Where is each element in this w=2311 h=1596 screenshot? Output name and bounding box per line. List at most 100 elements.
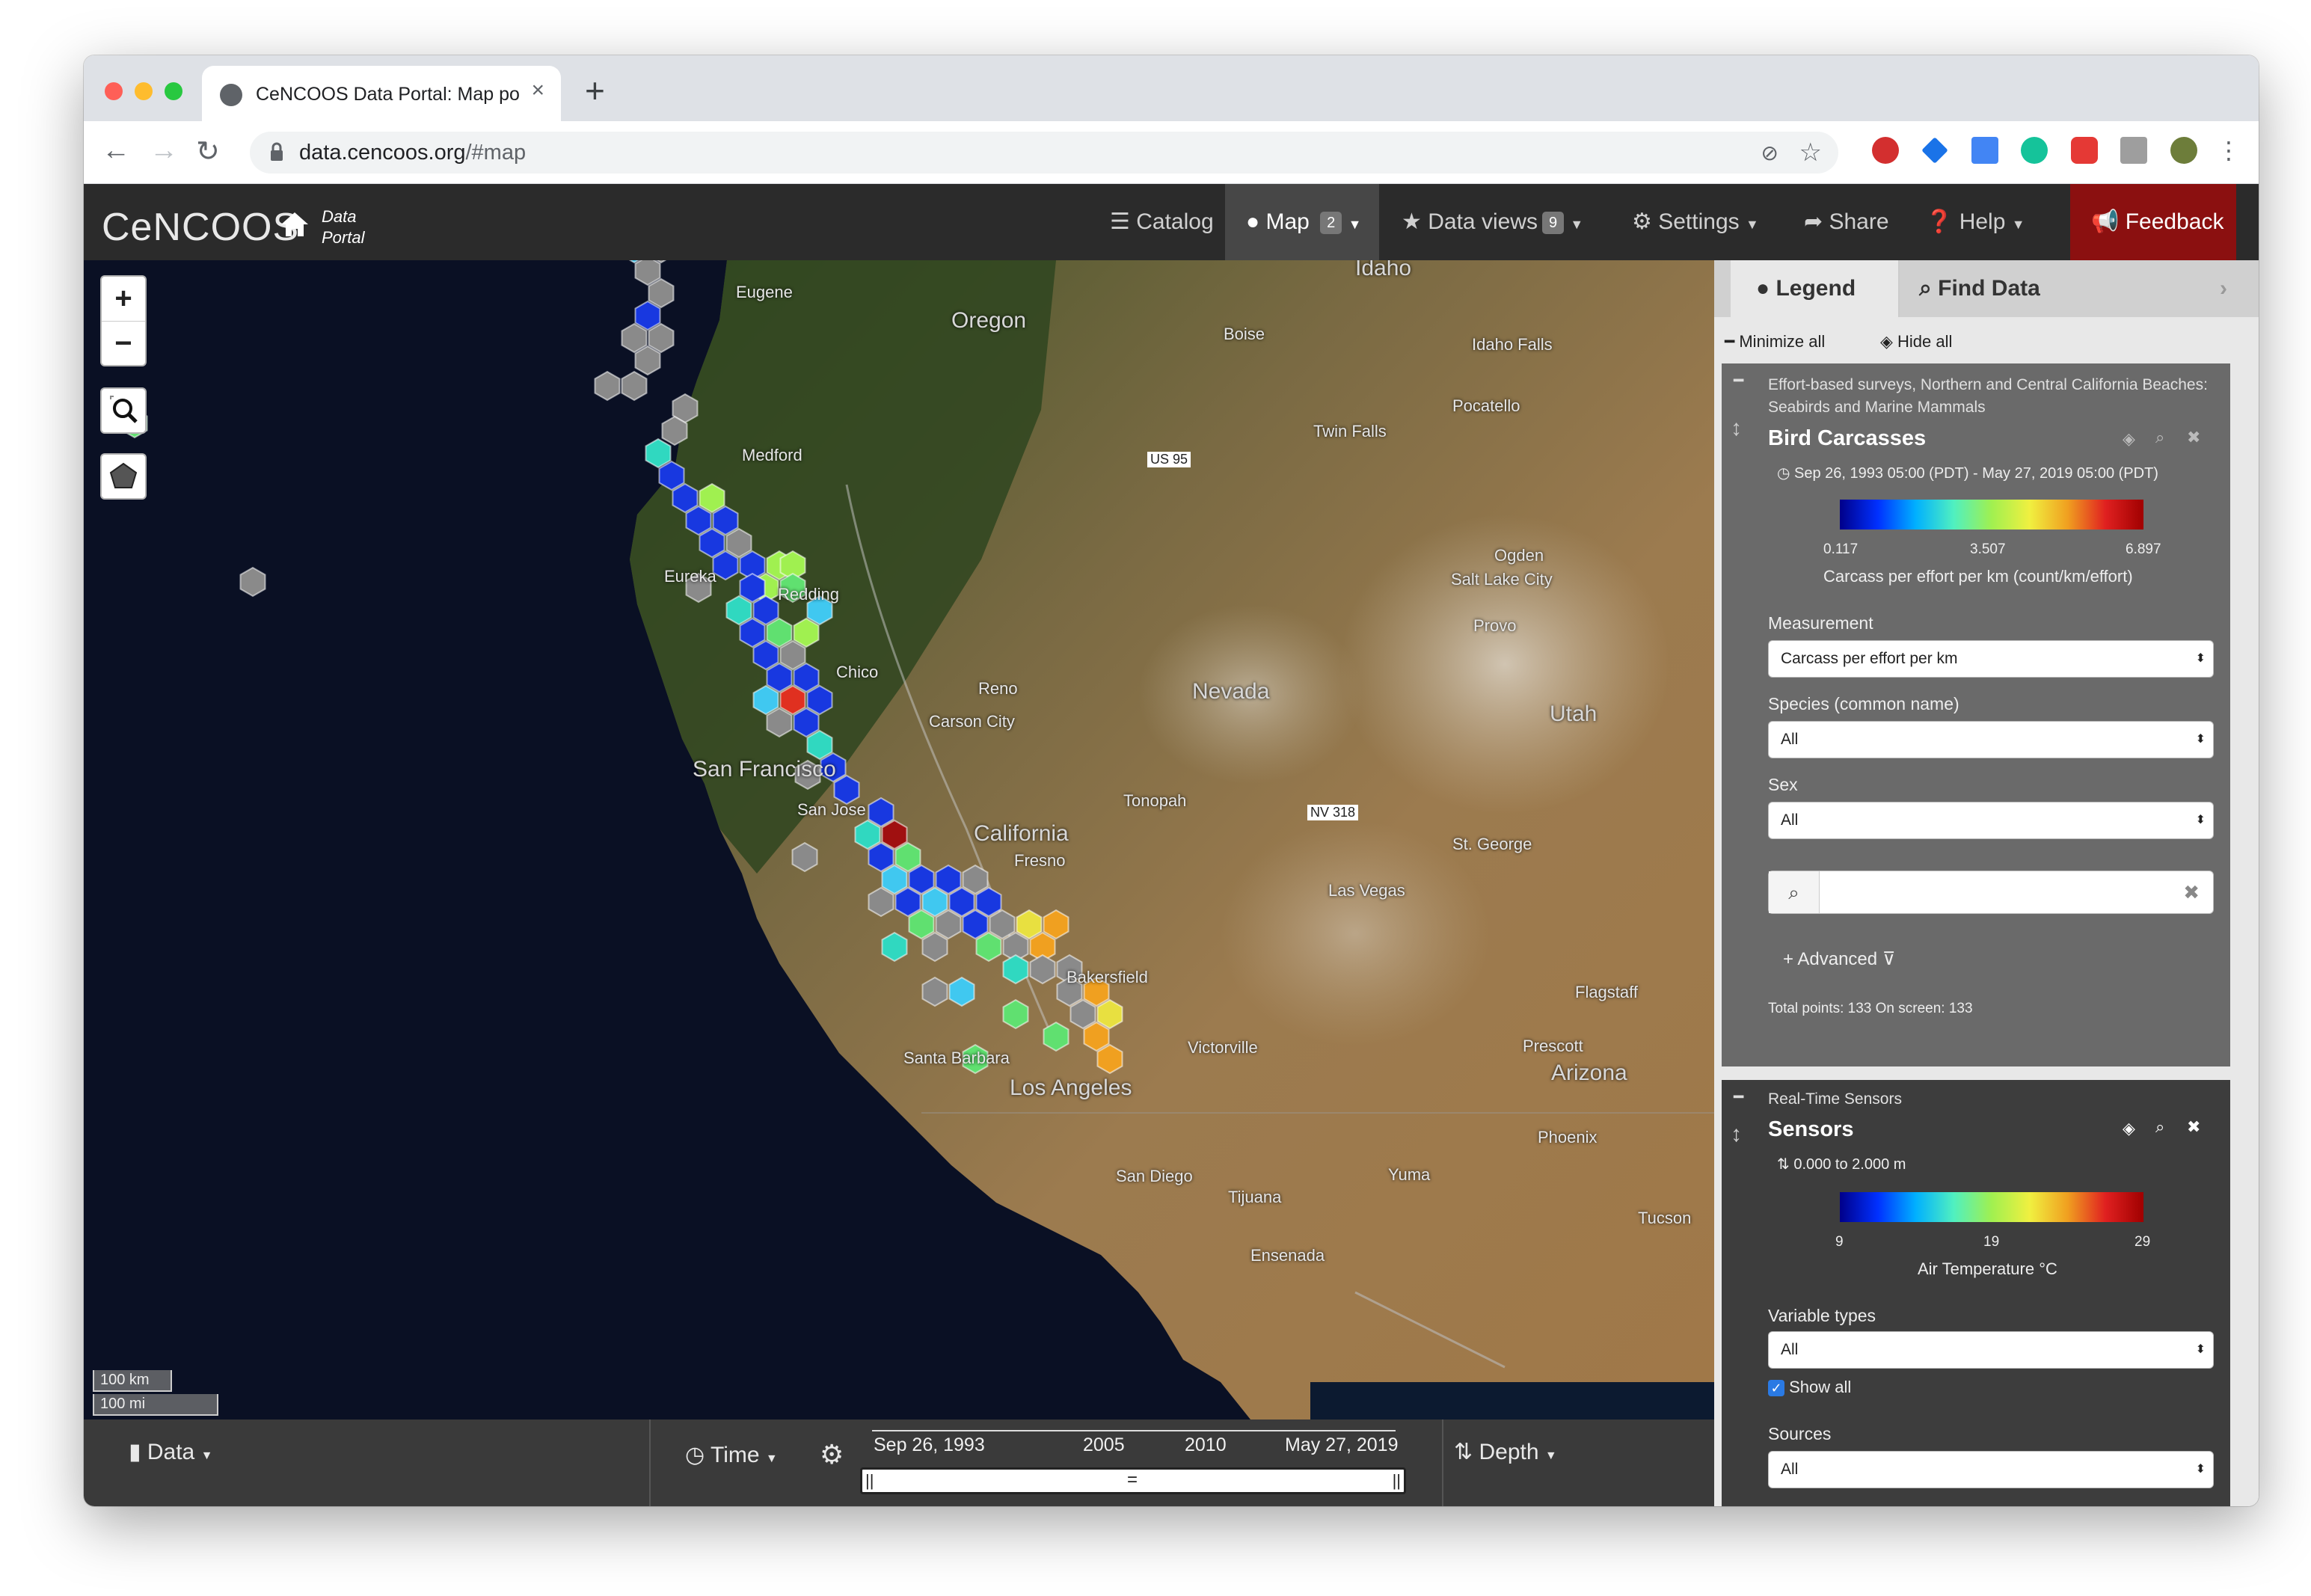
advanced-filters-button[interactable]: + Advanced ⊽ [1783, 948, 1895, 970]
zoom-out-button[interactable]: − [102, 322, 145, 366]
hexbin-cell[interactable] [975, 886, 1002, 918]
nav-map[interactable]: ● Map 2 ▼ [1225, 184, 1379, 260]
hexbin-cell[interactable] [739, 572, 766, 604]
nav-catalog[interactable]: ☰ Catalog [1099, 184, 1224, 260]
hexbin-cell[interactable] [806, 684, 833, 716]
layer-remove-icon[interactable]: ✖ [2187, 1117, 2200, 1137]
maximize-window-button[interactable] [165, 82, 182, 100]
clear-search-icon[interactable]: ✖ [2183, 871, 2200, 913]
hexbin-cell[interactable] [881, 931, 908, 963]
hexbin-cell[interactable] [645, 438, 672, 469]
address-bar[interactable]: data.cencoos.org/#map ⊘ ☆ [250, 132, 1838, 174]
layer-visibility-icon[interactable]: ◈ [2123, 429, 2135, 449]
extension-blue-icon[interactable] [1921, 137, 1949, 164]
hexbin-cell[interactable] [752, 684, 779, 716]
hexbin-cell[interactable] [894, 886, 921, 918]
drag-handle-icon[interactable]: ↕ [1731, 1122, 1742, 1147]
hexbin-cell[interactable] [962, 909, 989, 940]
collapse-panel-icon[interactable]: › [2220, 260, 2227, 317]
grammarly-icon[interactable] [2021, 137, 2048, 164]
hexbin-cell[interactable] [1016, 909, 1043, 940]
show-all-checkbox[interactable]: ✓ Show all [1768, 1378, 1851, 1397]
hexbin-cell[interactable] [793, 707, 820, 738]
hexbin-cell[interactable] [908, 864, 935, 895]
zoom-to-box-button[interactable] [100, 387, 147, 434]
hide-all-button[interactable]: ◈ Hide all [1880, 332, 1952, 352]
layer-visibility-icon[interactable]: ◈ [2123, 1119, 2135, 1138]
hexbin-cell[interactable] [1083, 1021, 1110, 1052]
hexbin-cell[interactable] [793, 617, 820, 648]
species-select[interactable]: All ⬍ [1768, 721, 2214, 758]
hexbin-cell[interactable] [634, 300, 661, 331]
home-icon[interactable] [280, 211, 310, 238]
profile-avatar[interactable] [2170, 137, 2197, 164]
hexbin-cell[interactable] [1043, 1021, 1069, 1052]
hexbin-cell[interactable] [766, 617, 793, 648]
new-tab-button[interactable]: + [585, 70, 605, 111]
hexbin-cell[interactable] [975, 931, 1002, 963]
hexbin-cell[interactable] [685, 505, 712, 536]
sources-select[interactable]: All ⬍ [1768, 1451, 2214, 1488]
hexbin-cell[interactable] [854, 819, 881, 850]
ublock-icon[interactable] [1871, 137, 1899, 164]
hexbin-cell[interactable] [752, 595, 779, 626]
slider-right-handle[interactable]: || [1393, 1471, 1401, 1491]
hexbin-cell[interactable] [921, 886, 948, 918]
hexbin-cell[interactable] [1029, 954, 1056, 985]
chrome-menu-icon[interactable]: ⋮ [2217, 136, 2241, 165]
hexbin-cell[interactable] [948, 976, 975, 1007]
nav-help[interactable]: ❓ Help ▼ [1925, 184, 2025, 260]
close-window-button[interactable] [105, 82, 123, 100]
time-dropdown[interactable]: ◷ Time ▼ [685, 1442, 778, 1468]
hexbin-cell[interactable] [699, 527, 725, 559]
hexbin-cell[interactable] [752, 639, 779, 671]
data-dropdown[interactable]: ▮ Data ▼ [129, 1439, 212, 1465]
measurement-select[interactable]: Carcass per effort per km ⬍ [1768, 640, 2214, 678]
hexbin-cell[interactable] [779, 639, 806, 671]
hexbin-cell[interactable] [699, 482, 725, 514]
hexbin-cell[interactable] [239, 566, 266, 598]
hexbin-cell[interactable] [621, 370, 648, 402]
drag-handle-icon[interactable]: ↕ [1731, 416, 1742, 441]
google-translate-icon[interactable] [1971, 137, 1998, 164]
hexbin-cell[interactable] [672, 482, 699, 514]
hexbin-cell[interactable] [989, 909, 1016, 940]
nav-settings[interactable]: ⚙ Settings ▼ [1632, 184, 1759, 260]
layer-zoom-icon[interactable]: ⌕ [2155, 428, 2164, 447]
back-icon[interactable]: ← [102, 135, 130, 167]
hexbin-cell[interactable] [793, 662, 820, 693]
tab-legend[interactable]: ● Legend [1731, 260, 1900, 317]
hexbin-cell[interactable] [725, 595, 752, 626]
layer-collapse-button[interactable]: ━ [1734, 1087, 1743, 1107]
hexbin-cell[interactable] [921, 976, 948, 1007]
hexbin-cell[interactable] [648, 322, 675, 354]
hexbin-cell[interactable] [1096, 998, 1123, 1030]
extension-gray-icon[interactable] [2120, 137, 2148, 164]
depth-dropdown[interactable]: ⇅ Depth ▼ [1454, 1439, 1557, 1465]
layer-remove-icon[interactable]: ✖ [2187, 428, 2200, 447]
time-range-slider[interactable]: || = || [860, 1467, 1406, 1494]
draw-polygon-button[interactable] [100, 453, 147, 500]
hexbin-cell[interactable] [739, 617, 766, 648]
tab-find-data[interactable]: ⌕ Find Data [1919, 260, 2040, 317]
hexbin-cell[interactable] [712, 550, 739, 581]
hexbin-cell[interactable] [658, 460, 685, 491]
nav-share[interactable]: ➦ Share [1804, 184, 1889, 260]
slider-left-handle[interactable]: || [865, 1471, 874, 1491]
hexbin-cell[interactable] [1002, 954, 1029, 985]
extension-red-icon[interactable] [2070, 137, 2098, 164]
hexbin-cell[interactable] [921, 931, 948, 963]
layer-zoom-icon[interactable]: ⌕ [2155, 1117, 2164, 1137]
hexbin-cell[interactable] [766, 707, 793, 738]
search-field[interactable]: ⌕ ✖ [1768, 871, 2214, 914]
close-icon[interactable]: × [531, 78, 544, 103]
minimize-window-button[interactable] [135, 82, 153, 100]
hexbin-cell[interactable] [908, 909, 935, 940]
forward-icon[interactable]: → [150, 135, 178, 167]
layer-collapse-button[interactable]: ━ [1734, 371, 1743, 390]
reload-icon[interactable]: ↻ [196, 135, 220, 168]
hexbin-cell[interactable] [791, 841, 818, 873]
gear-icon[interactable]: ⚙ [820, 1439, 844, 1470]
minimize-all-button[interactable]: ━ Minimize all [1725, 332, 1825, 352]
hexbin-cell[interactable] [806, 729, 833, 761]
